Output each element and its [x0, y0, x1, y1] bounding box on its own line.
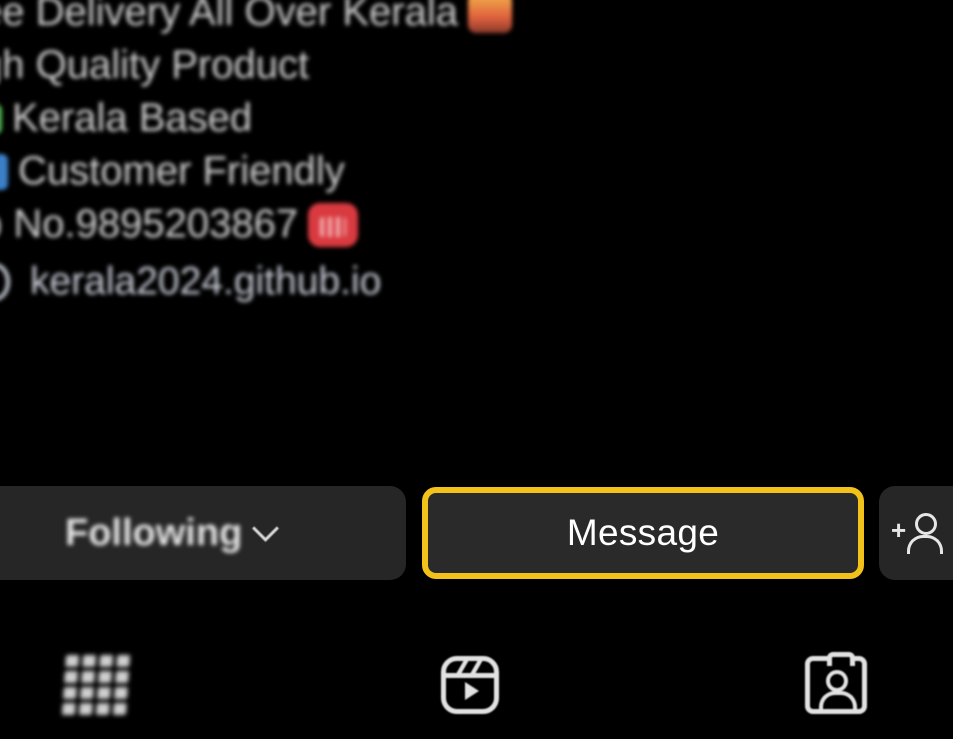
profile-bio: ee Delivery All Over Kerala gh Quality P…	[0, 0, 600, 308]
green-emoji-icon	[0, 103, 2, 134]
bio-line-customer: Customer Friendly	[0, 145, 600, 198]
bio-text: Customer Friendly	[18, 149, 345, 193]
bio-text: gh Quality Product	[0, 43, 310, 87]
truck-emoji-icon	[467, 0, 512, 33]
add-person-button[interactable]: +	[879, 486, 953, 580]
link-icon	[0, 262, 10, 301]
tagged-person-icon	[805, 652, 867, 714]
tab-posts-grid[interactable]	[56, 645, 136, 725]
bio-text: ee Delivery All Over Kerala	[0, 0, 458, 34]
bio-line-quality: gh Quality Product	[0, 39, 600, 92]
blue-emoji-icon	[0, 153, 8, 190]
bio-line-delivery: ee Delivery All Over Kerala	[0, 0, 600, 39]
bio-text: Kerala Based	[12, 96, 253, 140]
message-button[interactable]: Message	[422, 487, 864, 579]
message-label: Message	[566, 512, 720, 553]
bio-line-location: Kerala Based	[0, 92, 600, 145]
following-button[interactable]: Following	[0, 486, 406, 580]
grid-icon	[61, 655, 131, 715]
bio-link[interactable]: kerala2024.github.io	[0, 255, 600, 308]
bio-line-phone: p No.9895203867	[0, 198, 600, 251]
chevron-down-icon	[252, 514, 280, 542]
telephone-emoji-icon	[308, 202, 359, 247]
following-label: Following	[65, 511, 243, 554]
tab-reels[interactable]	[430, 645, 510, 725]
add-person-icon: +	[891, 513, 947, 554]
reels-icon	[441, 656, 499, 714]
tab-tagged[interactable]	[796, 645, 876, 725]
bio-link-text[interactable]: kerala2024.github.io	[30, 255, 381, 308]
bio-text: p No.9895203867	[0, 202, 299, 246]
